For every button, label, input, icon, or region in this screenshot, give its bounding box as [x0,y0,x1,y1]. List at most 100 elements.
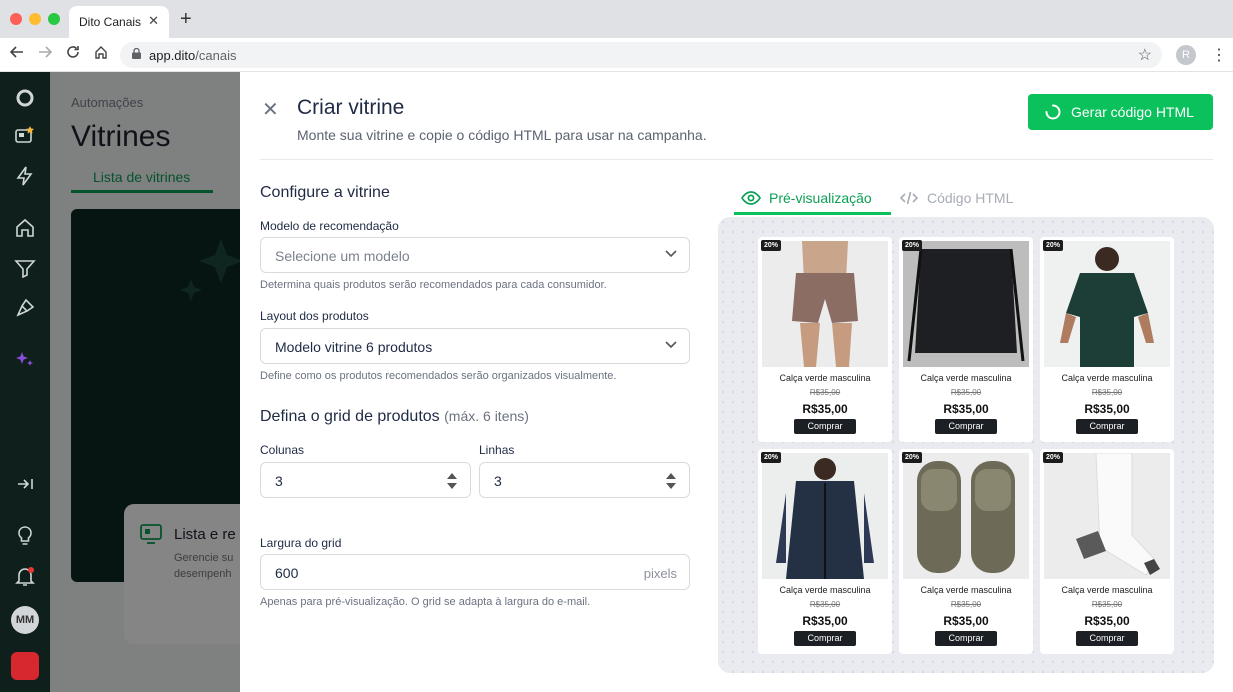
drawer-subtitle: Monte sua vitrine e copie o código HTML … [297,127,707,143]
url-field[interactable]: app.dito/canais ☆ [120,42,1162,68]
product-old-price: R$35,00 [1091,388,1123,397]
buy-button[interactable]: Comprar [935,419,997,434]
rows-stepper[interactable]: 3 [479,462,690,498]
funnel-icon[interactable] [13,256,37,280]
layout-label: Layout dos produtos [260,309,369,323]
stepper-arrows-icon[interactable] [446,471,458,491]
product-old-price: R$35,00 [950,600,982,609]
columns-stepper[interactable]: 3 [260,462,471,498]
window-maximize-dot[interactable] [48,13,60,25]
product-price: R$35,00 [943,402,989,416]
home-icon[interactable] [13,216,37,240]
buy-button[interactable]: Comprar [935,631,997,646]
lightbulb-icon[interactable] [13,524,37,548]
back-icon[interactable] [9,45,24,63]
model-help-text: Determina quais produtos serão recomenda… [260,279,607,291]
brand-logo-icon[interactable] [11,652,39,680]
columns-label: Colunas [260,443,305,457]
reload-icon[interactable] [66,45,80,63]
home-icon[interactable] [94,45,108,63]
model-placeholder: Selecione um modelo [275,248,410,264]
layout-value: Modelo vitrine 6 produtos [275,339,433,355]
discount-badge: 20% [902,452,923,463]
product-card: 20% Calça verde masculina R$35,00 R$35,0… [899,449,1033,654]
channels-icon[interactable] [13,124,37,148]
automation-bolt-icon[interactable] [13,164,37,188]
product-image-slides [903,453,1029,579]
product-name: Calça verde masculina [779,373,871,383]
grid-width-label: Largura do grid [260,536,342,550]
window-minimize-dot[interactable] [29,13,41,25]
forward-icon[interactable] [38,45,53,63]
rows-value: 3 [494,473,502,489]
tab-preview-label: Pré-visualização [769,190,872,206]
product-name: Calça verde masculina [920,373,1012,383]
buy-button[interactable]: Comprar [794,631,856,646]
product-old-price: R$35,00 [809,600,841,609]
url-text: app.dito/canais [149,48,237,63]
grid-width-help-text: Apenas para pré-visualização. O grid se … [260,596,591,608]
product-image-drawstring-bag [903,241,1029,367]
tab-html-code[interactable]: Código HTML [900,190,1013,206]
collapse-sidebar-icon[interactable] [13,472,37,496]
loading-spinner-icon [1045,104,1061,120]
product-price: R$35,00 [802,614,848,628]
browser-menu-icon[interactable]: ⋮ [1211,45,1227,65]
buy-button[interactable]: Comprar [1076,631,1138,646]
product-name: Calça verde masculina [779,585,871,595]
browser-tab[interactable]: Dito Canais ✕ [69,6,169,38]
notifications-bell-icon[interactable] [13,564,37,588]
create-showcase-drawer: ✕ Criar vitrine Monte sua vitrine e copi… [240,72,1233,692]
product-price: R$35,00 [1084,402,1130,416]
grid-width-value: 600 [275,565,299,581]
window-close-dot[interactable] [10,13,22,25]
address-bar: app.dito/canais ☆ R ⋮ [0,38,1233,72]
lock-icon [132,48,141,59]
user-avatar[interactable]: MM [11,606,39,634]
recommendation-model-select[interactable]: Selecione um modelo [260,237,690,273]
new-tab-icon[interactable]: + [180,8,192,31]
tab-preview[interactable]: Pré-visualização [741,190,872,206]
columns-value: 3 [275,473,283,489]
configure-section-title: Configure a vitrine [260,184,390,201]
chevron-down-icon [665,250,677,258]
buy-button[interactable]: Comprar [1076,419,1138,434]
eye-icon [741,191,761,205]
generate-html-button[interactable]: Gerar código HTML [1028,94,1213,130]
close-icon[interactable]: ✕ [262,97,279,122]
product-image-puffer-vest [762,453,888,579]
product-old-price: R$35,00 [809,388,841,397]
profile-avatar[interactable]: R [1176,45,1196,65]
chevron-down-icon [665,341,677,349]
product-price: R$35,00 [943,614,989,628]
buy-button[interactable]: Comprar [794,419,856,434]
design-tool-icon[interactable] [13,296,37,320]
discount-badge: 20% [1043,240,1064,251]
tab-close-icon[interactable]: ✕ [148,13,159,29]
stepper-arrows-icon[interactable] [665,471,677,491]
product-name: Calça verde masculina [1061,585,1153,595]
bookmark-star-icon[interactable]: ☆ [1138,45,1152,65]
discount-badge: 20% [902,240,923,251]
drawer-title: Criar vitrine [297,96,405,119]
product-old-price: R$35,00 [950,388,982,397]
grid-width-unit: pixels [643,566,677,581]
browser-tabbar: Dito Canais ✕ + [0,0,1233,38]
model-label: Modelo de recomendação [260,219,399,233]
product-price: R$35,00 [802,402,848,416]
discount-badge: 20% [761,452,782,463]
app-logo-icon[interactable] [13,86,37,110]
app-sidebar: MM [0,72,50,692]
product-card: 20% Calça verde masculina R$35,00 R$35,0… [899,237,1033,442]
grid-width-input[interactable]: 600 pixels [260,554,690,590]
modal-backdrop[interactable] [50,72,240,692]
product-card: 20% Calça verde masculina R$35,00 R$35,0… [758,237,892,442]
discount-badge: 20% [1043,452,1064,463]
tab-active-indicator [734,212,891,215]
product-layout-select[interactable]: Modelo vitrine 6 produtos [260,328,690,364]
divider [260,159,1213,160]
grid-section-title: Defina o grid de produtos (máx. 6 itens) [260,408,529,425]
product-old-price: R$35,00 [1091,600,1123,609]
tab-html-code-label: Código HTML [927,190,1014,206]
sparkle-ai-icon[interactable] [13,348,37,372]
